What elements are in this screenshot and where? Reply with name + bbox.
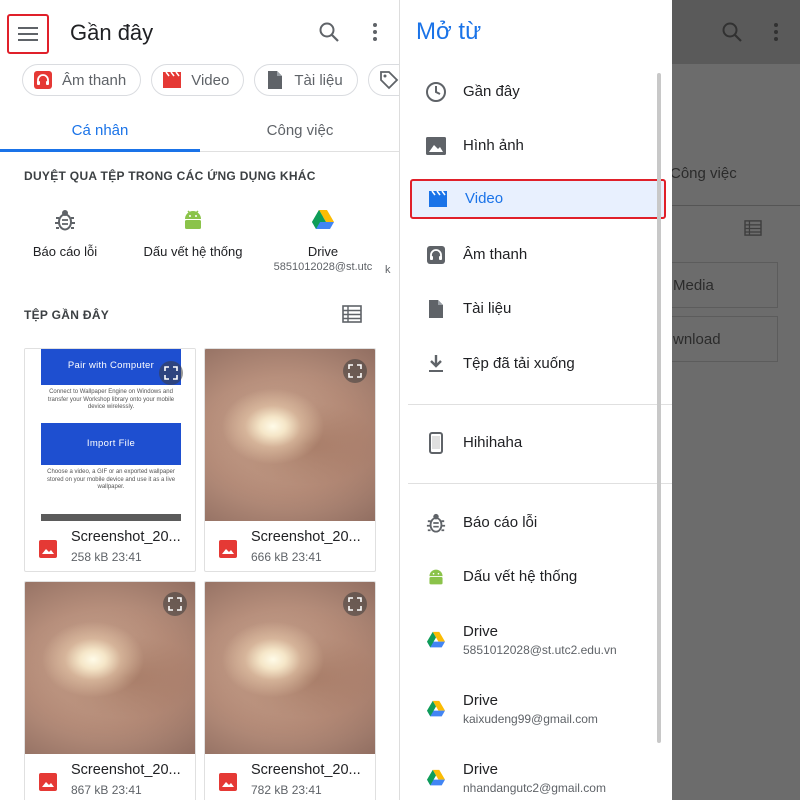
file-card[interactable]: Screenshot_20... 782 kB 23:41 [204, 581, 376, 800]
phone-icon [424, 431, 448, 455]
screen: Gần đây Âm thanh Video Tài liệu Tệ [0, 0, 800, 800]
chip-audio[interactable]: Âm thanh [22, 64, 142, 96]
drive-icon [424, 697, 448, 721]
drawer-item-system-trace[interactable]: Dấu vết hệ thống [408, 557, 672, 597]
app-system-trace[interactable]: Dấu vết hệ thống [128, 200, 258, 259]
file-card[interactable]: Screenshot_20... 867 kB 23:41 [24, 581, 196, 800]
hamburger-menu-icon [18, 27, 38, 41]
drawer-item-recent[interactable]: Gần đây [408, 72, 672, 112]
android-icon [424, 565, 448, 589]
document-icon [265, 70, 285, 90]
app-drive[interactable]: Drive 5851012028@st.utc [258, 200, 388, 273]
clapperboard-icon [426, 187, 450, 211]
filter-chips: Âm thanh Video Tài liệu Tệ [22, 64, 399, 98]
android-icon [181, 208, 205, 232]
expand-icon[interactable] [343, 359, 367, 383]
bug-icon [424, 511, 448, 535]
file-thumbnail [205, 582, 375, 754]
drawer-item-documents[interactable]: Tài liệu [408, 289, 672, 329]
file-name: Screenshot_20... [71, 762, 181, 778]
clapperboard-icon [162, 70, 182, 90]
expand-icon[interactable] [343, 592, 367, 616]
image-file-icon [39, 540, 57, 558]
drive-icon [311, 208, 335, 232]
file-thumbnail [25, 582, 195, 754]
headphones-icon [424, 243, 448, 267]
drawer-item-downloads[interactable]: Tệp đã tải xuống [408, 344, 672, 384]
file-name: Screenshot_20... [251, 529, 361, 545]
file-name: Screenshot_20... [251, 762, 361, 778]
drawer-item-drive-1[interactable]: Drive 5851012028@st.utc2.edu.vn [408, 620, 672, 660]
recent-files-screen: Gần đây Âm thanh Video Tài liệu Tệ [0, 0, 400, 800]
navigation-drawer: Mở từ Gần đây Hình ảnh Video Âm thanh Tà… [408, 0, 672, 800]
drawer-item-audio[interactable]: Âm thanh [408, 235, 672, 275]
tag-icon [379, 70, 399, 90]
dimmed-media-button: Media [670, 262, 778, 308]
drawer-title: Mở từ [416, 18, 482, 45]
document-icon [424, 297, 448, 321]
drawer-item-bug-report[interactable]: Báo cáo lỗi [408, 503, 672, 543]
search-icon [722, 22, 742, 42]
drawer-item-drive-2[interactable]: Drive kaixudeng99@gmail.com [408, 689, 672, 729]
expand-icon[interactable] [163, 592, 187, 616]
search-icon[interactable] [317, 20, 341, 44]
more-options-icon[interactable] [363, 20, 387, 44]
download-icon [424, 352, 448, 376]
image-file-icon [219, 773, 237, 791]
menu-button[interactable] [7, 14, 49, 54]
chip-video[interactable]: Video [151, 64, 245, 96]
file-thumbnail [205, 349, 375, 521]
open-from-screen: Công việc Media wnload Mở từ Gần đây Hìn… [408, 0, 800, 800]
drive-icon [424, 628, 448, 652]
dimmed-tab-work: Công việc [670, 165, 737, 182]
file-meta: 782 kB 23:41 [251, 783, 322, 797]
dimmed-download-button: wnload [670, 316, 778, 362]
file-meta: 867 kB 23:41 [71, 783, 142, 797]
headphones-icon [33, 70, 53, 90]
file-card[interactable]: Pair with Computer Connect to Wallpaper … [24, 348, 196, 572]
app-bug-report[interactable]: Báo cáo lỗi [0, 200, 130, 259]
page-title: Gần đây [70, 20, 154, 45]
tab-work[interactable]: Công việc [200, 108, 399, 152]
drawer-scrollbar[interactable] [657, 73, 661, 743]
drawer-item-drive-3[interactable]: Drive nhandangutc2@gmail.com [408, 758, 672, 798]
drawer-item-images[interactable]: Hình ảnh [408, 126, 672, 166]
top-app-bar: Gần đây [0, 0, 399, 64]
file-meta: 258 kB 23:41 [71, 550, 142, 564]
more-options-icon [774, 23, 778, 41]
account-tabs: Cá nhân Công việc [0, 108, 399, 152]
tab-indicator [0, 149, 200, 152]
drawer-item-device[interactable]: Hihihaha [408, 423, 672, 463]
tab-personal[interactable]: Cá nhân [0, 108, 200, 152]
chip-documents[interactable]: Tài liệu [254, 64, 358, 96]
image-file-icon [219, 540, 237, 558]
clock-icon [424, 80, 448, 104]
drive-icon [424, 766, 448, 790]
browse-heading: DUYỆT QUA TỆP TRONG CÁC ỨNG DỤNG KHÁC [24, 169, 316, 183]
browse-apps: Báo cáo lỗi Dấu vết hệ thống Drive 58510… [0, 200, 399, 290]
image-file-icon [39, 773, 57, 791]
bug-icon [53, 208, 77, 232]
file-thumbnail: Pair with Computer Connect to Wallpaper … [25, 349, 195, 521]
file-meta: 666 kB 23:41 [251, 550, 322, 564]
expand-icon[interactable] [159, 361, 183, 385]
file-name: Screenshot_20... [71, 529, 181, 545]
file-card[interactable]: Screenshot_20... 666 kB 23:41 [204, 348, 376, 572]
chip-tag[interactable]: Tệ [367, 64, 399, 96]
drawer-item-video[interactable]: Video [410, 179, 666, 219]
list-view-icon [744, 220, 762, 236]
app-drive-2[interactable]: k [385, 200, 399, 276]
recent-heading: TỆP GẦN ĐÂY [24, 308, 110, 322]
list-view-icon[interactable] [342, 305, 362, 323]
image-icon [424, 134, 448, 158]
